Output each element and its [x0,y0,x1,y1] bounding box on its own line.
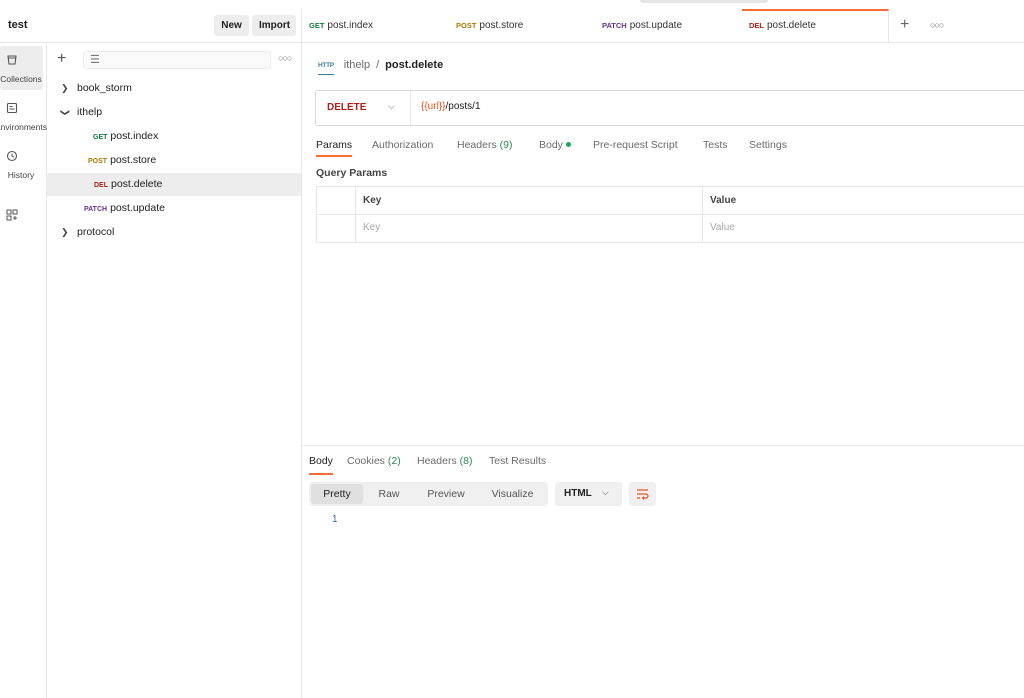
wrap-lines-button[interactable] [629,482,656,506]
body-indicator-dot [565,142,571,147]
tree-folder-ithelp[interactable]: ❯ ithelp [47,101,301,124]
method-value: DELETE [327,102,367,113]
tab-settings[interactable]: Settings [749,137,787,157]
filter-input[interactable]: ☰ [83,51,271,69]
value-input[interactable]: Value [710,222,735,233]
url-path: /posts/1 [445,101,481,112]
method-badge: GET [309,21,325,30]
sidebar-more-icon[interactable]: ○○○ [278,53,292,63]
tab-label: post.update [629,20,682,31]
workspace-name[interactable]: test [8,19,28,31]
response-tab-cookies[interactable]: Cookies (2) [347,453,401,475]
search-pill[interactable] [640,0,768,3]
new-button[interactable]: New [214,15,249,36]
tree-request-post-delete[interactable]: DEL post.delete [47,173,301,196]
method-badge: PATCH [602,21,627,30]
tree-request-post-index[interactable]: GET post.index [47,125,301,148]
tab-post-delete[interactable]: DEL post.delete [742,9,889,42]
chevron-right-icon: ❯ [61,227,69,237]
key-input[interactable]: Key [363,222,380,233]
tab-post-update[interactable]: PATCH post.update [595,9,743,42]
tab-headers[interactable]: Headers (9) [457,137,512,157]
line-number: 1 [332,514,338,525]
request-editor: HTTP ithelp / post.delete DELETE ⌵ {{url}}/… [302,43,1024,698]
tab-tests[interactable]: Tests [703,137,728,157]
workspace-header: test New Import [0,9,302,43]
url-input[interactable]: {{url}}/posts/1 [421,101,481,112]
method-badge: DEL [94,182,108,189]
rail-item-history[interactable]: History [0,142,43,186]
method-badge: POST [456,21,477,30]
breadcrumb-collection[interactable]: ithelp [344,59,370,71]
method-badge: PATCH [84,206,108,213]
chevron-right-icon: ❯ [61,83,69,93]
value-column-header: Value [710,195,737,206]
tab-authorization[interactable]: Authorization [372,137,433,157]
tab-params[interactable]: Params [316,137,353,157]
method-select[interactable]: DELETE ⌵ [316,91,411,125]
breadcrumb-request-name[interactable]: post.delete [385,59,443,71]
chevron-down-icon: ⌵ [602,487,609,497]
folder-name: ithelp [77,106,103,118]
rail-item-collections[interactable]: Collections [0,46,43,90]
apps-icon [0,209,24,224]
tree-request-post-update[interactable]: PATCH post.update [47,197,301,220]
history-icon [0,150,24,165]
tab-pre-request-script[interactable]: Pre-request Script [593,137,678,157]
environments-icon [0,102,24,117]
tab-body[interactable]: Body [539,137,571,157]
new-tab-plus-icon[interactable]: + [900,16,909,34]
rail-item-environments[interactable]: Environments [0,94,47,138]
method-badge: DEL [749,21,764,30]
window-top-bar [0,0,1024,9]
view-pretty-button[interactable]: Pretty [311,484,363,504]
import-button[interactable]: Import [252,15,296,36]
key-column-header: Key [363,195,382,206]
response-divider[interactable] [302,445,1024,446]
tree-folder-protocol[interactable]: ❯ protocol [47,221,301,244]
left-icon-rail: Collections Environments History [0,43,47,698]
tab-post-index[interactable]: GET post.index [302,9,450,42]
rail-item-apps[interactable] [0,201,43,245]
url-bar: DELETE ⌵ {{url}}/posts/1 [315,90,1024,126]
collections-icon [0,54,24,69]
view-mode-segmented: Pretty Raw Preview Visualize [309,482,548,506]
chevron-down-icon: ⌵ [388,101,395,111]
query-params-table: Key Value Key Value [316,186,1024,243]
breadcrumb: HTTP ithelp / post.delete [318,57,443,75]
collections-sidebar: + ☰ ○○○ ❯ book_storm ❯ ithelp GET post.in… [47,43,302,698]
wrap-lines-icon [636,488,649,503]
tab-label: post.index [327,20,374,31]
response-tab-headers[interactable]: Headers (8) [417,453,472,475]
http-icon: HTTP [318,58,334,75]
add-collection-plus-icon[interactable]: + [57,51,66,67]
folder-name: protocol [77,226,115,238]
filter-icon: ☰ [90,54,100,66]
method-badge: POST [88,158,108,165]
format-select[interactable]: HTML ⌵ [555,482,622,506]
tree-request-post-store[interactable]: POST post.store [47,149,301,172]
response-tab-body[interactable]: Body [309,453,333,475]
tree-folder-book-storm[interactable]: ❯ book_storm [47,77,301,100]
url-variable: {{url}} [421,101,446,112]
tab-post-store[interactable]: POST post.store [449,9,596,42]
request-name: post.delete [111,178,163,190]
format-value: HTML [564,488,592,499]
request-name: post.store [110,154,157,166]
tab-label: post.store [479,20,524,31]
view-raw-button[interactable]: Raw [365,484,413,504]
view-preview-button[interactable]: Preview [415,484,477,504]
response-tab-test-results[interactable]: Test Results [489,453,546,475]
view-visualize-button[interactable]: Visualize [479,484,546,504]
chevron-down-icon: ❯ [60,108,71,117]
request-name: post.index [110,130,159,142]
method-badge: GET [93,134,108,141]
tab-label: post.delete [767,20,816,31]
query-params-title: Query Params [316,167,388,179]
breadcrumb-separator: / [376,59,380,71]
request-name: post.update [110,202,165,214]
more-options-icon[interactable]: ○○○ [930,16,944,34]
folder-name: book_storm [77,82,132,94]
request-tabs-bar: GET post.index POST post.store PATCH post.u… [302,9,1024,43]
